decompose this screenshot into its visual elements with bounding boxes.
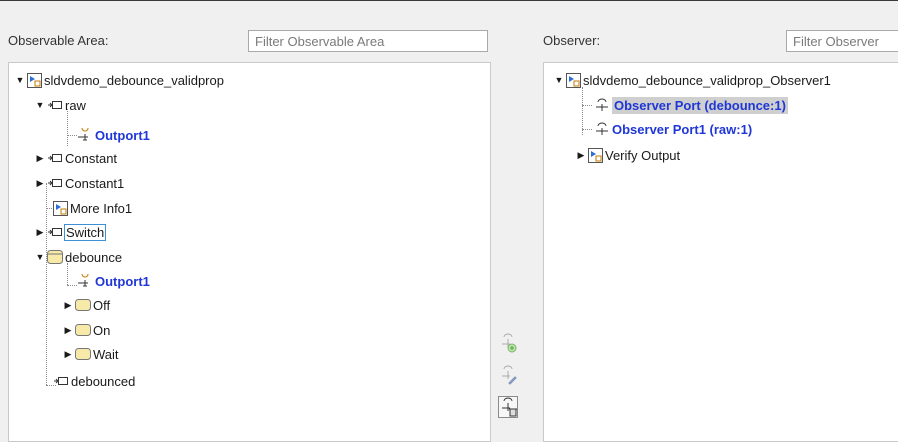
tree-guide [582, 129, 592, 130]
tree-node-constant[interactable]: ▶ Constant [33, 147, 118, 169]
tree-node-debounce[interactable]: ▼ debounce [33, 246, 123, 268]
tree-node-observer-root[interactable]: ▼ sldvdemo_debounce_validprop_Observer1 [552, 69, 831, 91]
tree-node-constant1[interactable]: ▶ Constant1 [33, 172, 125, 194]
tree-node-label: sldvdemo_debounce_validprop [44, 72, 224, 88]
add-observer-port-icon [502, 333, 517, 353]
tree-node-label: Outport1 [95, 273, 150, 289]
tree-node-label: Observer Port1 (raw:1) [612, 121, 753, 137]
collapsed-arrow-icon[interactable]: ▶ [33, 153, 47, 164]
edit-observer-port-icon [502, 365, 517, 385]
observer-model-icon [566, 72, 581, 88]
inport-block-icon [47, 99, 63, 111]
collapsed-arrow-icon[interactable]: ▶ [61, 325, 75, 336]
tree-node-raw-outport1[interactable]: Outport1 [77, 124, 150, 146]
chart-state-icon [47, 250, 63, 264]
collapsed-arrow-icon[interactable]: ▶ [33, 227, 47, 238]
state-icon [75, 348, 91, 360]
tree-guide [67, 135, 77, 136]
tree-node-root[interactable]: ▼ sldvdemo_debounce_validprop [13, 69, 224, 91]
expanded-arrow-icon[interactable]: ▼ [552, 75, 566, 85]
observer-port-icon [594, 122, 610, 136]
collapsed-arrow-icon[interactable]: ▶ [61, 349, 75, 360]
tree-node-observer-port-debounce[interactable]: Observer Port (debounce:1) [594, 94, 788, 116]
tree-node-label: Off [93, 297, 111, 313]
inport-block-icon [47, 177, 63, 189]
tree-node-observer-port-raw[interactable]: Observer Port1 (raw:1) [594, 118, 752, 140]
tree-node-verify-output[interactable]: ▶ Verify Output [574, 144, 680, 166]
tree-node-more-info1[interactable]: More Info1 [53, 197, 132, 219]
tree-node-label: raw [65, 97, 86, 113]
tree-node-label: Switch [63, 223, 107, 241]
observer-port-icon [594, 98, 610, 112]
tree-node-wait[interactable]: ▶ Wait [61, 343, 119, 365]
tree-node-label: debounced [71, 373, 136, 389]
expanded-arrow-icon[interactable]: ▼ [33, 252, 47, 262]
observer-label: Observer: [543, 33, 601, 48]
inport-block-icon [47, 226, 63, 238]
observable-area-filter-input[interactable] [248, 30, 488, 52]
delete-observer-port-icon [502, 397, 517, 417]
tree-node-off[interactable]: ▶ Off [61, 294, 111, 316]
inport-block-icon [47, 152, 63, 164]
tree-node-label: Constant [65, 150, 118, 166]
tree-guide [67, 285, 77, 286]
subsystem-icon [588, 147, 603, 163]
tree-node-debounced[interactable]: debounced [53, 370, 135, 392]
tree-node-label: Outport1 [95, 127, 150, 143]
tree-node-label: Constant1 [65, 175, 125, 191]
expanded-arrow-icon[interactable]: ▼ [13, 75, 27, 85]
tree-node-on[interactable]: ▶ On [61, 319, 111, 341]
collapsed-arrow-icon[interactable]: ▶ [574, 150, 588, 161]
tree-node-label: More Info1 [70, 200, 133, 216]
collapsed-arrow-icon[interactable]: ▶ [33, 178, 47, 189]
tree-node-raw[interactable]: ▼ raw [33, 94, 86, 116]
tree-node-label: sldvdemo_debounce_validprop_Observer1 [583, 72, 831, 88]
outport-observe-icon [77, 274, 93, 288]
state-icon [75, 299, 91, 311]
tree-node-label: Wait [93, 346, 119, 362]
expanded-arrow-icon[interactable]: ▼ [33, 100, 47, 110]
tree-node-label: debounce [65, 249, 123, 265]
observer-tree[interactable]: ▼ sldvdemo_debounce_validprop_Observer1 … [543, 62, 898, 442]
tree-node-label: On [93, 322, 111, 338]
subsystem-icon [53, 200, 68, 216]
delete-observer-port-button[interactable] [498, 396, 518, 418]
tree-node-switch[interactable]: ▶ Switch [33, 221, 107, 243]
model-icon [27, 72, 42, 88]
observable-area-tree[interactable]: ▼ sldvdemo_debounce_validprop ▼ raw Outp… [8, 62, 491, 442]
outport-block-icon [53, 375, 69, 387]
observable-area-label: Observable Area: [8, 33, 109, 48]
tree-guide [582, 105, 592, 106]
tree-node-label: Verify Output [605, 147, 681, 163]
tree-guide [46, 183, 47, 385]
window-top-border [0, 0, 898, 1]
observer-filter-input[interactable] [786, 30, 898, 52]
add-observer-port-button[interactable] [498, 332, 518, 354]
collapsed-arrow-icon[interactable]: ▶ [61, 300, 75, 311]
tree-guide [582, 87, 583, 135]
outport-observe-icon [77, 128, 93, 142]
edit-observer-port-button[interactable] [498, 364, 518, 386]
tree-node-label: Observer Port (debounce:1) [612, 96, 788, 114]
state-icon [75, 324, 91, 336]
tree-node-debounce-outport1[interactable]: Outport1 [77, 270, 150, 292]
